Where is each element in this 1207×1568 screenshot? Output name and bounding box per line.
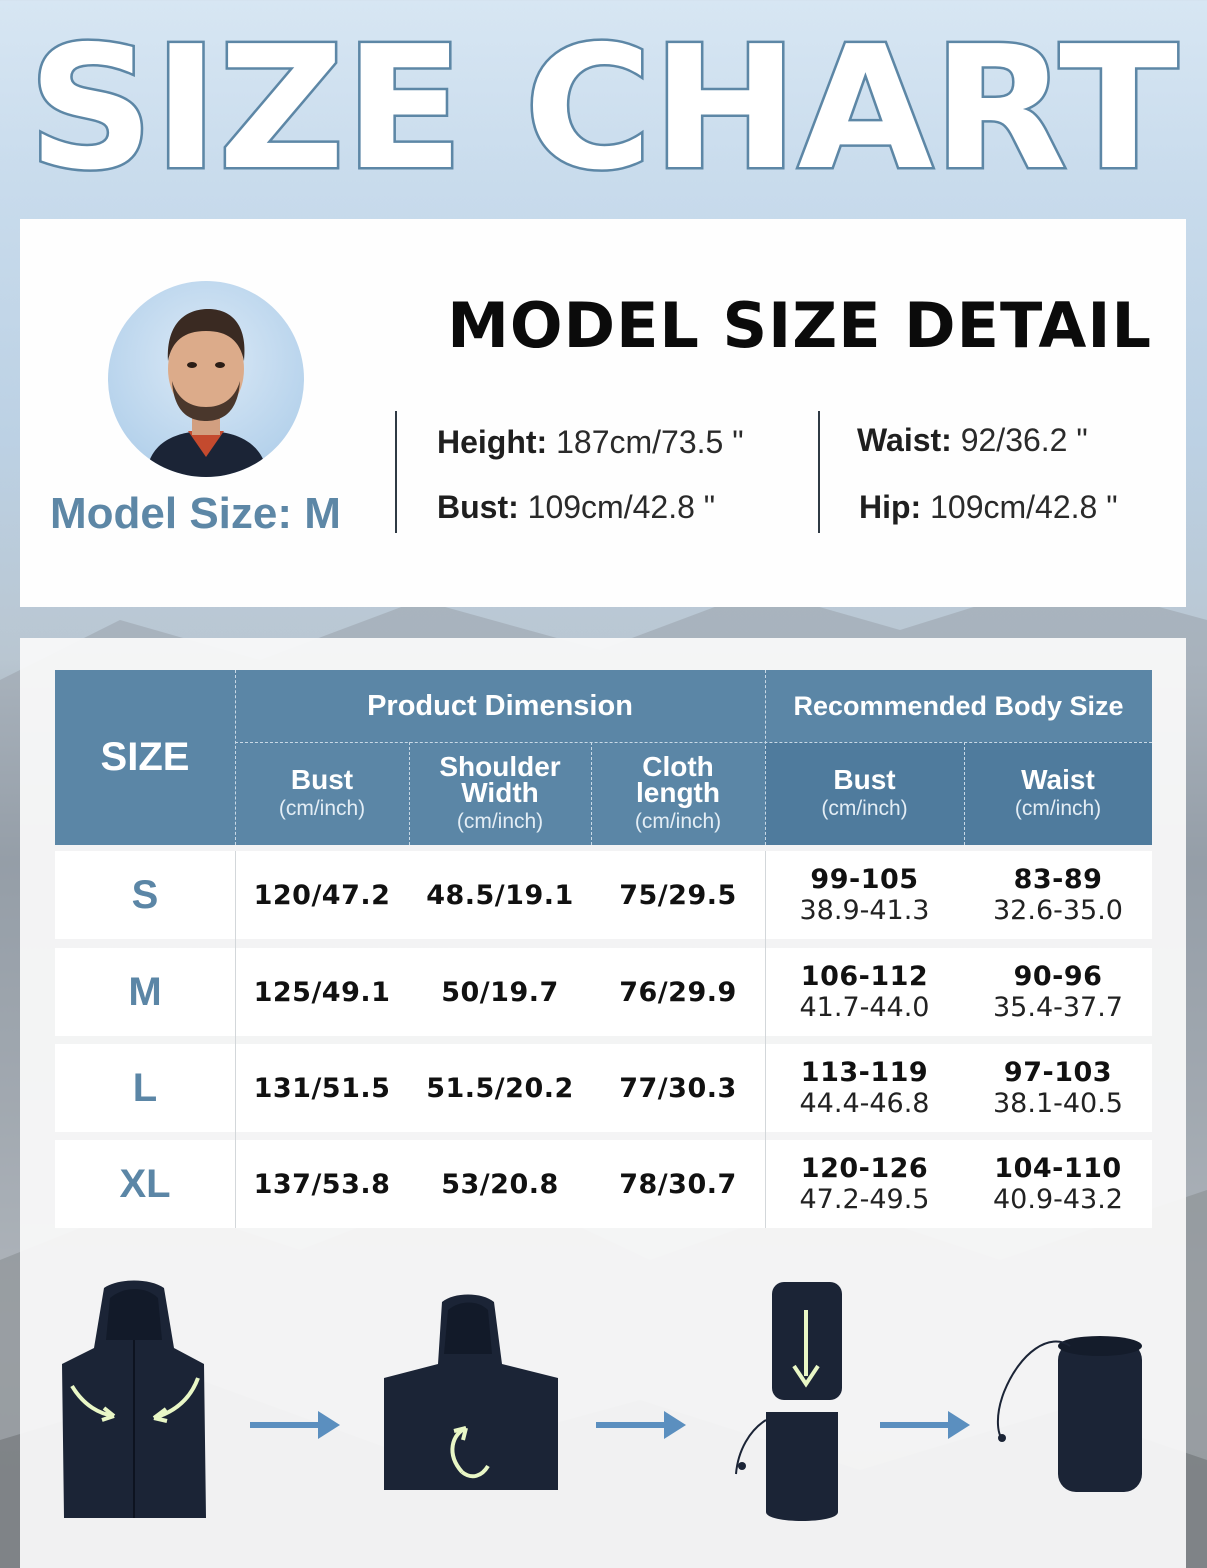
rec-waist-cell: 104-110 40.9-43.2	[993, 1153, 1123, 1215]
col-header-cloth-length: Cloth length (cm/inch)	[634, 750, 722, 833]
size-cell: XL	[119, 1161, 171, 1206]
length-cell: 78/30.7	[619, 1168, 737, 1200]
measure-label: Hip:	[859, 489, 922, 525]
model-size-card: Model Size: M MODEL SIZE DETAIL Height: …	[20, 219, 1186, 607]
length-cell: 75/29.5	[619, 879, 737, 911]
measure-value: 187cm/73.5 "	[556, 424, 744, 460]
measure-value: 92/36.2 "	[960, 422, 1088, 458]
size-cell: L	[132, 1065, 158, 1110]
table-row: S 120/47.2 48.5/19.1 75/29.5 99-105 38.9-…	[55, 851, 1152, 939]
group-recommended-body-size: Recommended Body Size	[793, 690, 1124, 721]
shoulder-cell: 50/19.7	[441, 976, 559, 1008]
rec-waist-cell: 97-103 38.1-40.5	[993, 1057, 1123, 1119]
col-header-shoulder-width: Shoulder Width (cm/inch)	[439, 750, 561, 833]
jacket-fold-icon	[62, 1280, 206, 1518]
rec-bust-cell: 99-105 38.9-41.3	[799, 864, 930, 926]
table-row: L 131/51.5 51.5/20.2 77/30.3 113-119 44.4…	[55, 1044, 1152, 1132]
measure-value: 109cm/42.8 "	[930, 489, 1118, 525]
divider	[818, 411, 820, 533]
model-hip: Hip: 109cm/42.8 "	[859, 489, 1118, 526]
measure-value: 109cm/42.8 "	[527, 489, 716, 525]
model-size-label: Model Size: M	[50, 489, 341, 538]
arrow-right-icon	[250, 1411, 340, 1439]
rec-bust-cell: 106-112 41.7-44.0	[799, 961, 930, 1023]
stuff-sack-icon	[997, 1336, 1142, 1492]
model-bust: Bust: 109cm/42.8 "	[437, 489, 715, 526]
divider	[395, 411, 397, 533]
packing-steps	[0, 1260, 1207, 1530]
table-row: M 125/49.1 50/19.7 76/29.9 106-112 41.7-4…	[55, 948, 1152, 1036]
measure-label: Height:	[437, 424, 548, 460]
rec-waist-cell: 90-96 35.4-37.7	[993, 961, 1123, 1023]
table-row: XL 137/53.8 53/20.8 78/30.7 120-126 47.2-…	[55, 1140, 1152, 1228]
bust-cell: 120/47.2	[253, 879, 391, 911]
jacket-stuff-icon	[735, 1282, 842, 1521]
shoulder-cell: 48.5/19.1	[426, 879, 574, 911]
model-avatar	[108, 281, 304, 477]
shoulder-cell: 51.5/20.2	[426, 1072, 574, 1104]
col-header-rec-waist: Waist (cm/inch)	[1014, 763, 1102, 820]
size-cell: S	[131, 872, 159, 917]
rec-bust-cell: 113-119 44.4-46.8	[799, 1057, 930, 1119]
size-cell: M	[128, 969, 162, 1014]
length-cell: 76/29.9	[619, 976, 737, 1008]
model-height: Height: 187cm/73.5 "	[437, 424, 744, 461]
model-size-heading: MODEL SIZE DETAIL	[447, 289, 1152, 362]
bust-cell: 137/53.8	[253, 1168, 391, 1200]
measure-label: Bust:	[437, 489, 519, 525]
jacket-roll-icon	[384, 1294, 558, 1490]
bust-cell: 131/51.5	[253, 1072, 391, 1104]
rec-waist-cell: 83-89 32.6-35.0	[993, 864, 1123, 926]
page-title-text: SIZE CHART	[28, 22, 1178, 182]
model-waist: Waist: 92/36.2 "	[857, 422, 1088, 459]
length-cell: 77/30.3	[619, 1072, 737, 1104]
col-header-bust: Bust (cm/inch)	[278, 763, 366, 820]
arrow-right-icon	[880, 1411, 970, 1439]
shoulder-cell: 53/20.8	[441, 1168, 559, 1200]
col-header-rec-bust: Bust (cm/inch)	[821, 763, 908, 820]
measure-label: Waist:	[857, 422, 952, 458]
group-product-dimension: Product Dimension	[367, 689, 633, 722]
page-title: SIZE CHART	[0, 8, 1207, 211]
bust-cell: 125/49.1	[253, 976, 391, 1008]
size-column-header: SIZE	[55, 670, 235, 845]
size-table-header: SIZE Product Dimension Recommended Body …	[55, 670, 1152, 845]
rec-bust-cell: 120-126 47.2-49.5	[799, 1153, 930, 1215]
arrow-right-icon	[596, 1411, 686, 1439]
